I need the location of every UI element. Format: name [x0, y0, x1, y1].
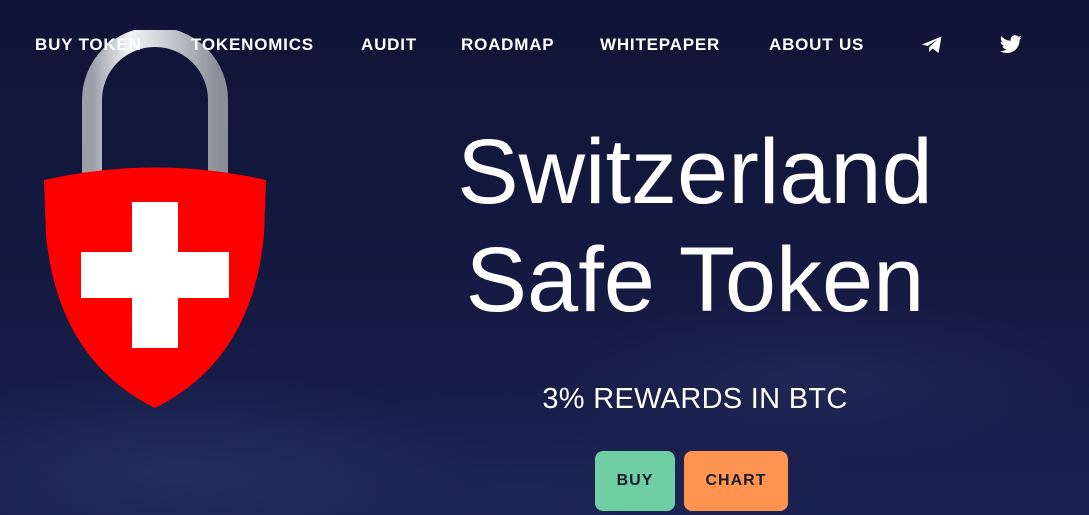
top-navigation: BUY TOKEN TOKENOMICS AUDIT ROADMAP WHITE…	[0, 0, 1089, 90]
nav-audit[interactable]: AUDIT	[361, 35, 417, 55]
nav-tokenomics[interactable]: TOKENOMICS	[191, 35, 314, 55]
swiss-cross-horizontal	[81, 252, 229, 298]
hero-title-line2: Safe Token	[465, 229, 925, 331]
nav-roadmap[interactable]: ROADMAP	[461, 35, 554, 55]
hero-title: Switzerland Safe Token	[400, 118, 990, 334]
chart-button[interactable]: CHART	[684, 451, 788, 511]
telegram-icon[interactable]	[920, 34, 944, 56]
twitter-icon[interactable]	[999, 34, 1023, 56]
hero-title-line1: Switzerland	[457, 121, 933, 223]
nav-buy-token[interactable]: BUY TOKEN	[35, 35, 142, 55]
nav-about-us[interactable]: ABOUT US	[769, 35, 864, 55]
hero-subtitle: 3% REWARDS IN BTC	[542, 383, 848, 415]
nav-whitepaper[interactable]: WHITEPAPER	[600, 35, 720, 55]
buy-button[interactable]: BUY	[595, 451, 675, 511]
